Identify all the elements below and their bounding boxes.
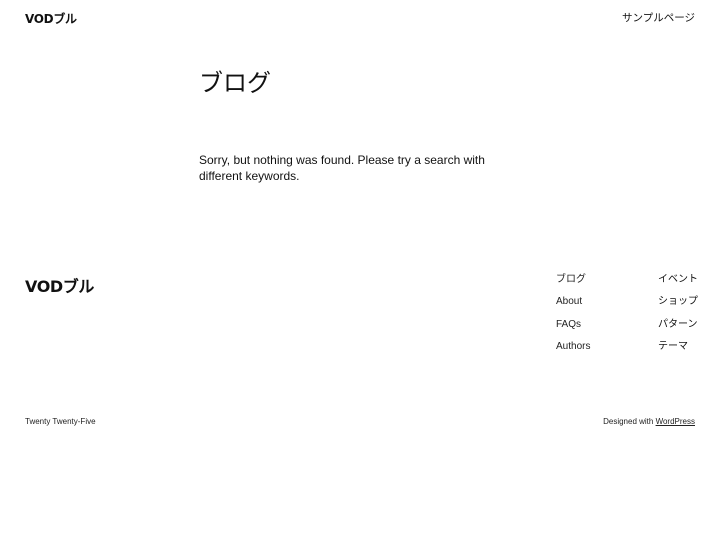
designed-with-credit: Designed with WordPress xyxy=(603,417,695,426)
page-title: ブログ xyxy=(199,69,271,97)
footer-link-events[interactable]: イベント xyxy=(658,274,698,285)
nav-link-sample-page[interactable]: サンプルページ xyxy=(622,10,695,25)
footer-link-authors[interactable]: Authors xyxy=(556,341,590,352)
designed-with-text: Designed with xyxy=(603,417,656,426)
footer-link-shop[interactable]: ショップ xyxy=(658,296,698,307)
footer-link-themes[interactable]: テーマ xyxy=(658,341,688,352)
footer-link-blog[interactable]: ブログ xyxy=(556,274,586,285)
footer-nav-column-2: イベント ショップ パターン テーマ xyxy=(658,273,698,363)
footer-site-title-link[interactable]: VODブル xyxy=(25,273,94,297)
footer-link-about[interactable]: About xyxy=(556,296,582,307)
theme-credit: Twenty Twenty-Five xyxy=(25,417,96,426)
wordpress-link[interactable]: WordPress xyxy=(656,417,695,426)
footer-nav-column-1: ブログ About FAQs Authors xyxy=(556,273,590,363)
no-results-message: Sorry, but nothing was found. Please try… xyxy=(199,153,485,183)
footer-link-faqs[interactable]: FAQs xyxy=(556,319,581,330)
site-title-link[interactable]: VODブル xyxy=(25,10,77,27)
footer-link-patterns[interactable]: パターン xyxy=(658,319,698,330)
